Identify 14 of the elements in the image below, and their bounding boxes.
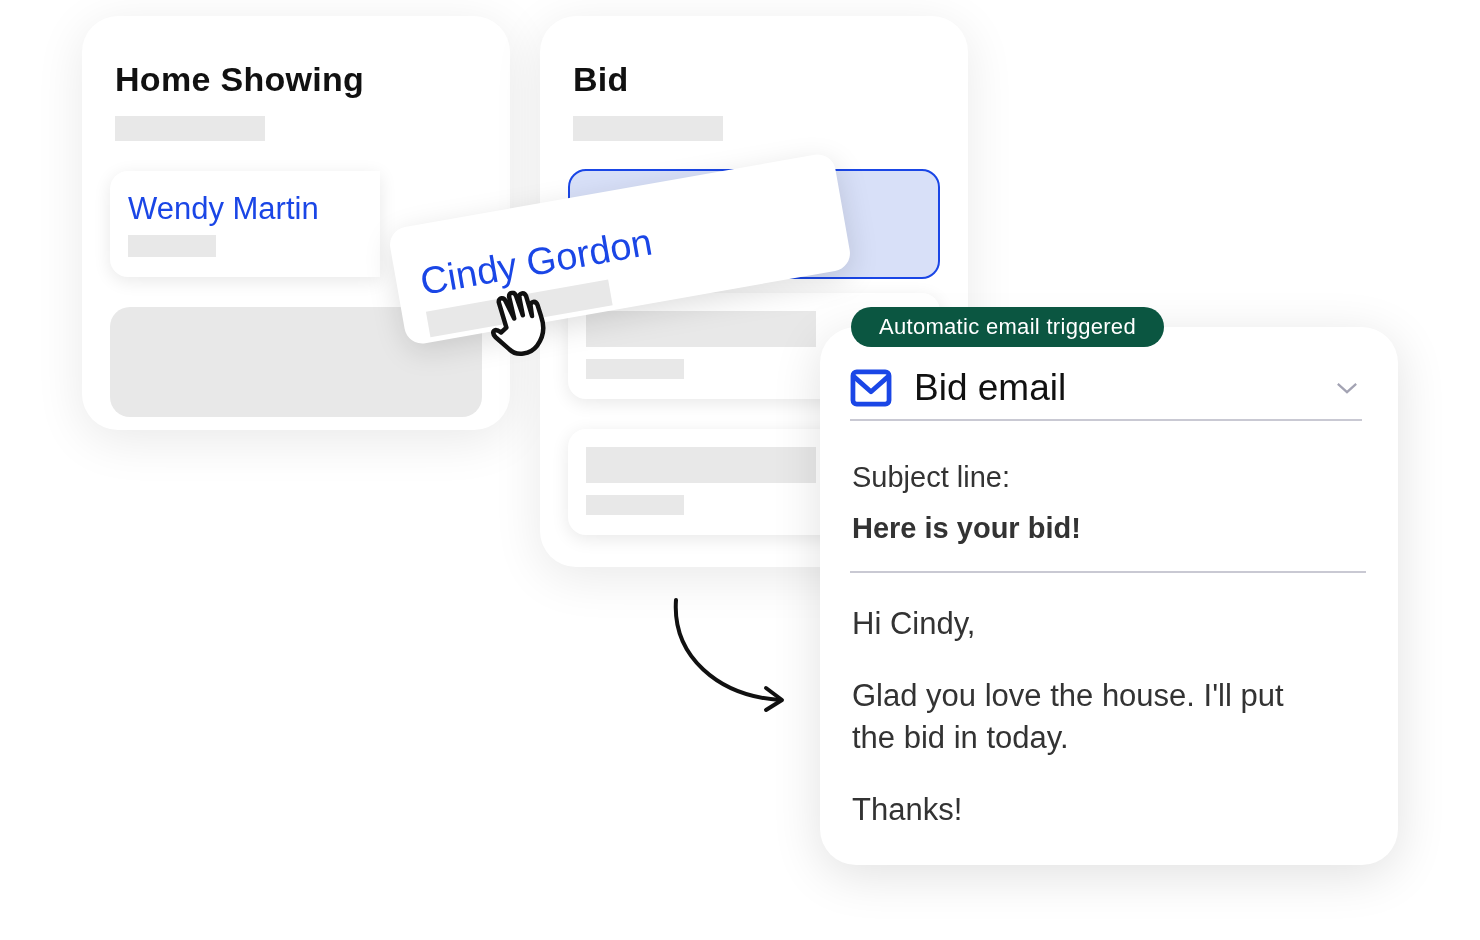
chevron-down-icon[interactable] — [1336, 381, 1358, 395]
subject-label: Subject line: — [852, 461, 1011, 494]
email-body-text: Thanks! — [852, 790, 964, 829]
column-title: Home Showing — [114, 60, 366, 99]
mail-icon — [850, 369, 892, 407]
email-title: Bid email — [914, 367, 1068, 409]
email-body-text: Glad you love the house. I'll put the bid in today. — [852, 676, 1285, 757]
column-title: Bid — [572, 60, 630, 99]
status-badge: Automatic email triggered — [851, 307, 1164, 347]
contact-name: Cindy Gordon — [417, 220, 656, 304]
subject-text: Here is your bid! — [852, 512, 1082, 545]
contact-card[interactable]: Wendy Martin — [110, 171, 380, 277]
email-body-text: Hi Cindy, — [852, 605, 977, 643]
contact-name: Wendy Martin — [128, 191, 319, 227]
